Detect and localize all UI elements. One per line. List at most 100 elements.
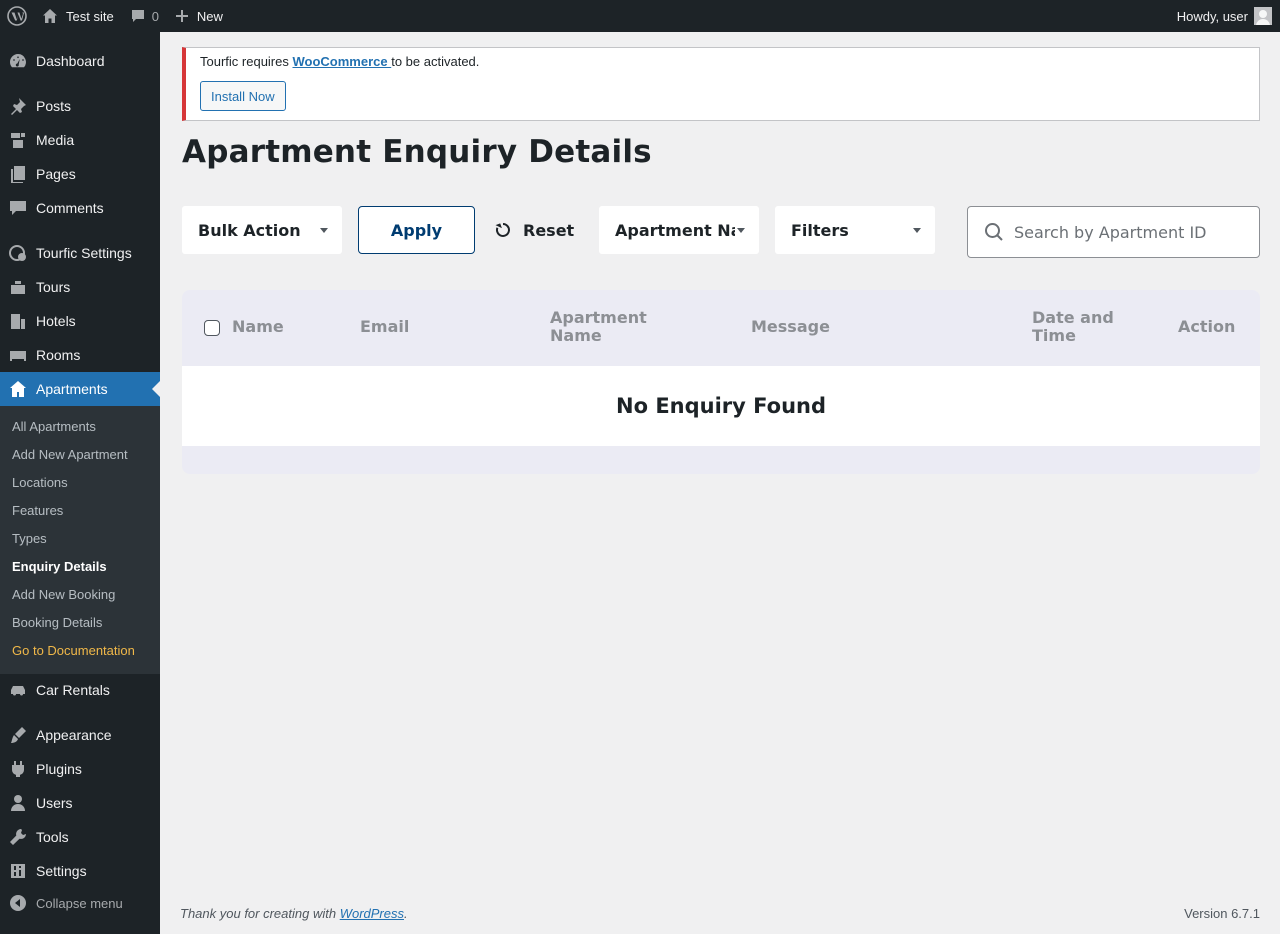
admin-bar: Test site 0 New Howdy, user xyxy=(0,0,1280,32)
menu-tours[interactable]: Tours xyxy=(0,270,160,304)
column-header-message: Message xyxy=(751,317,830,336)
search-input[interactable] xyxy=(1014,222,1244,242)
menu-posts[interactable]: Posts xyxy=(0,89,160,123)
menu-label: Plugins xyxy=(36,761,82,777)
submenu-features[interactable]: Features xyxy=(12,503,63,518)
notice-prefix: Tourfic requires xyxy=(200,54,293,69)
media-icon xyxy=(0,130,36,150)
filters-label: Filters xyxy=(791,220,849,240)
menu-label: Dashboard xyxy=(36,53,105,69)
notice-suffix: to be activated. xyxy=(391,54,480,69)
tours-icon xyxy=(0,277,36,297)
reset-icon xyxy=(495,223,510,237)
new-label: New xyxy=(196,8,223,24)
apply-button[interactable]: Apply xyxy=(358,206,475,254)
menu-dashboard[interactable]: Dashboard xyxy=(0,44,160,78)
footer-version: Version 6.7.1 xyxy=(1184,906,1260,921)
footer-thanks-suffix: . xyxy=(404,906,408,921)
menu-car-rentals[interactable]: Car Rentals xyxy=(0,673,160,707)
submenu-booking-details[interactable]: Booking Details xyxy=(12,615,102,630)
menu-rooms[interactable]: Rooms xyxy=(0,338,160,372)
menu-users[interactable]: Users xyxy=(0,786,160,820)
menu-media[interactable]: Media xyxy=(0,123,160,157)
my-account-link[interactable]: Howdy, user xyxy=(1169,0,1280,32)
column-header-email: Email xyxy=(360,317,410,336)
menu-apartments[interactable]: Apartments xyxy=(0,372,160,406)
menu-label: Media xyxy=(36,132,75,148)
submenu-types[interactable]: Types xyxy=(12,531,47,546)
bed-icon xyxy=(0,345,36,365)
footer-thanks-prefix: Thank you for creating with xyxy=(180,906,340,921)
car-icon xyxy=(0,680,36,700)
reset-label: Reset xyxy=(523,220,575,240)
menu-label: Comments xyxy=(36,200,104,216)
notice-message: Tourfic requires WooCommerce to be activ… xyxy=(200,54,479,69)
wordpress-link[interactable]: WordPress xyxy=(340,906,404,921)
menu-label: Tourfic Settings xyxy=(36,245,132,261)
apartment-select-label: Apartment Name xyxy=(615,220,735,240)
comments-count: 0 xyxy=(151,8,159,24)
menu-label: Tools xyxy=(36,829,69,845)
home-icon xyxy=(43,9,57,23)
submenu-locations[interactable]: Locations xyxy=(12,475,68,490)
submenu-enquiry-details[interactable]: Enquiry Details xyxy=(12,559,107,574)
dashboard-icon xyxy=(0,51,36,71)
search-icon xyxy=(985,223,1003,241)
admin-sidebar: Dashboard Posts Media Pages Comments Tou… xyxy=(0,32,160,934)
reset-button[interactable]: Reset xyxy=(493,206,574,254)
menu-settings[interactable]: Settings xyxy=(0,854,160,888)
apartment-name-select[interactable]: Apartment Name xyxy=(599,206,759,254)
menu-label: Posts xyxy=(36,98,72,114)
woocommerce-notice: Tourfic requires WooCommerce to be activ… xyxy=(182,47,1260,121)
column-header-apartment-name: Apartment Name xyxy=(550,308,647,345)
howdy-text: Howdy, user xyxy=(1176,8,1248,24)
wrench-icon xyxy=(0,827,36,847)
comment-icon xyxy=(131,10,144,22)
menu-comments[interactable]: Comments xyxy=(0,191,160,225)
submenu-go-to-documentation[interactable]: Go to Documentation xyxy=(12,643,135,658)
woocommerce-link[interactable]: WooCommerce xyxy=(292,54,391,69)
menu-pages[interactable]: Pages xyxy=(0,157,160,191)
menu-tools[interactable]: Tools xyxy=(0,820,160,854)
empty-message: No Enquiry Found xyxy=(616,394,826,418)
submenu-add-new-booking[interactable]: Add New Booking xyxy=(12,587,115,602)
page-title: Apartment Enquiry Details xyxy=(182,134,652,170)
user-icon xyxy=(0,793,36,813)
wordpress-logo-icon[interactable] xyxy=(0,0,34,32)
bulk-action-label: Bulk Action xyxy=(198,220,301,240)
submenu-add-new-apartment[interactable]: Add New Apartment xyxy=(12,447,128,462)
filters-select[interactable]: Filters xyxy=(775,206,935,254)
comment-icon xyxy=(0,198,36,218)
collapse-menu-button[interactable]: Collapse menu xyxy=(0,886,160,920)
apartments-submenu: All Apartments Add New Apartment Locatio… xyxy=(0,406,160,674)
home-icon xyxy=(0,379,36,399)
chevron-down-icon xyxy=(320,228,328,237)
install-now-button[interactable]: Install Now xyxy=(200,81,286,111)
site-name: Test site xyxy=(66,8,114,24)
menu-plugins[interactable]: Plugins xyxy=(0,752,160,786)
column-header-date-time: Date and Time xyxy=(1032,308,1114,345)
bulk-action-select[interactable]: Bulk Action xyxy=(182,206,342,254)
menu-label: Apartments xyxy=(36,381,108,397)
brush-icon xyxy=(0,725,36,745)
menu-hotels[interactable]: Hotels xyxy=(0,304,160,338)
site-name-link[interactable]: Test site xyxy=(34,0,122,32)
tourfic-icon xyxy=(0,243,36,263)
menu-label: Hotels xyxy=(36,313,76,329)
search-box xyxy=(967,206,1260,258)
menu-label: Rooms xyxy=(36,347,81,363)
select-all-checkbox[interactable] xyxy=(204,320,220,336)
chevron-down-icon xyxy=(737,228,745,237)
footer-thanks: Thank you for creating with WordPress. xyxy=(180,906,408,921)
pin-icon xyxy=(0,96,36,116)
menu-label: Car Rentals xyxy=(36,682,110,698)
table-header: Name Email Apartment Name Message Date a… xyxy=(182,290,1260,366)
menu-tourfic-settings[interactable]: Tourfic Settings xyxy=(0,236,160,270)
sliders-icon xyxy=(0,861,36,881)
avatar xyxy=(1254,7,1272,25)
comments-link[interactable]: 0 xyxy=(122,0,167,32)
chevron-down-icon xyxy=(913,228,921,237)
menu-appearance[interactable]: Appearance xyxy=(0,718,160,752)
submenu-all-apartments[interactable]: All Apartments xyxy=(12,419,96,434)
new-content-link[interactable]: New xyxy=(167,0,231,32)
